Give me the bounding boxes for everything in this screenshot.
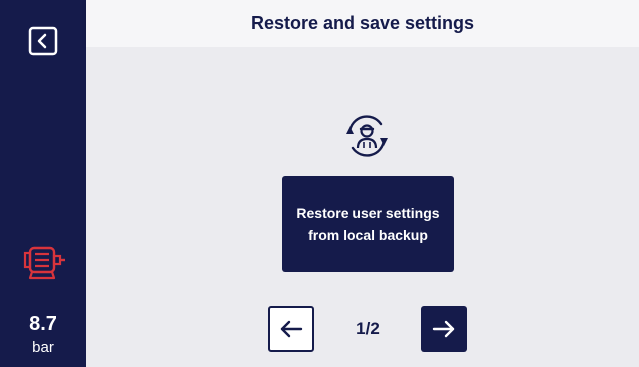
arrow-left-icon xyxy=(280,320,303,338)
sidebar: 8.7 bar xyxy=(0,0,86,367)
restore-button-label: Restore user settings from local backup xyxy=(296,205,440,243)
next-page-button[interactable] xyxy=(421,306,467,352)
page-indicator: 1/2 xyxy=(356,319,380,338)
back-icon xyxy=(28,26,58,56)
previous-page-button[interactable] xyxy=(268,306,314,352)
motor-icon xyxy=(23,246,65,280)
restore-from-backup-button[interactable]: Restore user settings from local backup xyxy=(282,176,454,272)
arrow-right-icon xyxy=(432,320,455,338)
user-sync-icon xyxy=(346,115,388,157)
page-title: Restore and save settings xyxy=(250,13,475,33)
pressure-value: 8.7 xyxy=(29,313,57,335)
pressure-unit: bar xyxy=(32,339,54,356)
main-content: Restore user settings from local backup … xyxy=(86,47,639,367)
header: Restore and save settings xyxy=(86,0,639,47)
back-button[interactable] xyxy=(28,26,58,56)
